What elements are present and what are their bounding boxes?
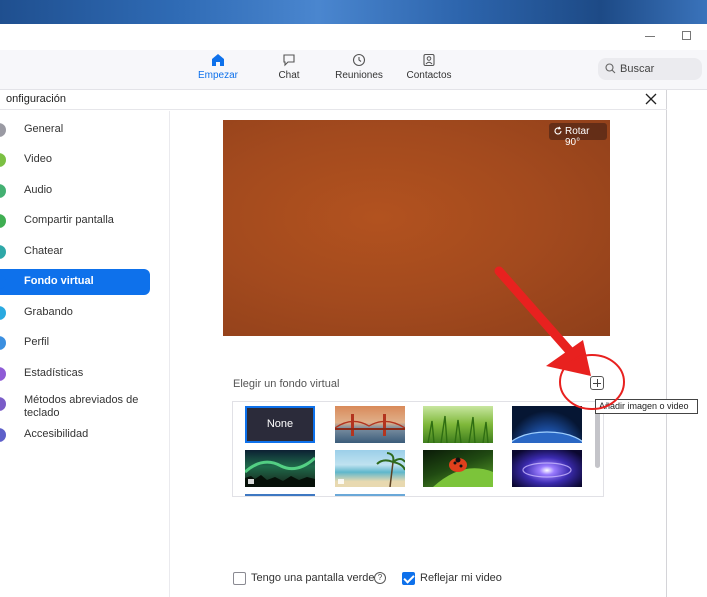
sidebar-item-label: Chatear [24,245,64,257]
mirror-video-label: Reflejar mi video [420,572,502,584]
sidebar-item-label: Perfil [24,336,50,348]
thumb-aurora[interactable] [244,450,316,487]
add-image-button[interactable] [590,376,604,390]
sidebar-item-label: Compartir pantalla [24,214,114,226]
sidebar-item-general[interactable]: General [0,117,150,143]
audio-icon [0,184,6,198]
desktop-background-strip [0,0,707,24]
sidebar-item-audio[interactable]: Audio [0,178,150,204]
thumb-ladybug[interactable] [423,450,493,487]
virtual-background-icon [0,275,6,289]
sidebar-item-accessibility[interactable]: Accesibilidad [0,422,150,448]
thumb-partial[interactable] [245,494,315,496]
beach-image [338,452,406,488]
galaxy-image [522,462,572,478]
sidebar-item-label: Métodos abreviados de teclado [24,394,139,419]
general-icon [0,123,6,137]
recording-icon [0,306,6,320]
gallery-scrollbar[interactable] [595,406,600,468]
sidebar-item-label: Estadísticas [24,367,84,379]
search-box[interactable]: Buscar [598,58,702,80]
chat-icon [282,53,296,67]
options-row: Tengo una pantalla verde ? Reflejar mi v… [233,572,533,588]
dialog-title: onfiguración [6,93,66,105]
sidebar-item-share-screen[interactable]: Compartir pantalla [0,208,150,234]
mirror-video-checkbox[interactable] [402,572,415,585]
video-preview: Rotar 90° [223,120,610,336]
thumb-earth[interactable] [506,406,588,469]
accessibility-icon [0,428,6,442]
sidebar-item-virtual-background[interactable]: Fondo virtual [0,269,150,295]
grass-image [427,415,489,444]
thumb-galaxy[interactable] [512,450,582,487]
thumb-grass[interactable] [423,406,493,444]
green-screen-label: Tengo una pantalla verde [251,572,375,584]
aurora-image [244,456,316,487]
sidebar-item-label: Grabando [24,306,73,318]
sidebar-item-shortcuts[interactable]: Métodos abreviados de teclado [0,391,150,423]
chat-settings-icon [0,245,6,259]
rotate-icon [554,126,562,135]
minimize-icon[interactable] [645,36,655,37]
share-screen-icon [0,214,6,228]
nav-tab-contactos[interactable]: Contactos [394,53,464,87]
nav-label: Empezar [197,70,238,81]
sidebar-item-label: General [24,123,64,135]
add-image-tooltip: Añadir imagen o video [595,399,698,414]
settings-dialog: onfiguración General Video Audio Compart… [0,90,667,597]
sidebar-item-label: Video [24,153,52,165]
thumb-none[interactable]: None [245,406,315,443]
nav-tab-empezar[interactable]: Empezar [183,53,253,87]
virtual-background-panel: Rotar 90° Elegir un fondo virtual None T… [171,111,666,597]
contacts-icon [422,53,436,67]
sidebar-item-statistics[interactable]: Estadísticas [0,361,150,387]
choose-background-label: Elegir un fondo virtual [233,378,340,390]
keyboard-icon [0,397,6,411]
nav-tab-reuniones[interactable]: Reuniones [324,53,394,87]
sidebar-item-label: Audio [24,184,53,196]
nav-label: Contactos [406,70,452,81]
settings-sidebar: General Video Audio Compartir pantalla C… [0,111,170,597]
maximize-icon[interactable] [682,31,691,40]
thumb-partial[interactable] [335,494,405,496]
video-icon [0,153,6,167]
sidebar-item-video[interactable]: Video [0,147,150,173]
nav-label: Reuniones [335,70,383,81]
sidebar-item-recording[interactable]: Grabando [0,300,150,326]
rotate-button[interactable]: Rotar 90° [549,123,607,148]
home-icon [211,53,225,67]
rotate-label: Rotar 90° [565,126,590,148]
close-icon[interactable] [643,91,659,107]
sidebar-item-chat[interactable]: Chatear [0,239,150,265]
statistics-icon [0,367,6,381]
sidebar-item-label: Accesibilidad [24,428,89,440]
thumb-none-label: None [266,418,294,430]
help-icon[interactable]: ? [374,572,386,584]
window-controls [627,24,707,50]
ladybug-image [433,457,493,487]
sidebar-item-profile[interactable]: Perfil [0,330,150,356]
dialog-title-bar: onfiguración [0,90,667,110]
green-screen-checkbox[interactable] [233,572,246,585]
sidebar-item-label: Fondo virtual [24,275,94,287]
background-gallery: None [232,401,604,497]
clock-icon [352,53,366,67]
search-icon [605,63,616,74]
profile-icon [0,336,6,350]
top-navigation: Empezar Chat Reuniones Contactos Buscar [0,50,707,90]
thumb-beach[interactable] [335,450,406,488]
nav-tab-chat[interactable]: Chat [254,53,324,87]
nav-label: Chat [278,70,300,81]
search-label: Buscar [620,63,655,75]
thumb-golden-gate[interactable] [334,406,406,443]
earth-image [506,431,588,469]
golden-gate-image [334,414,406,436]
